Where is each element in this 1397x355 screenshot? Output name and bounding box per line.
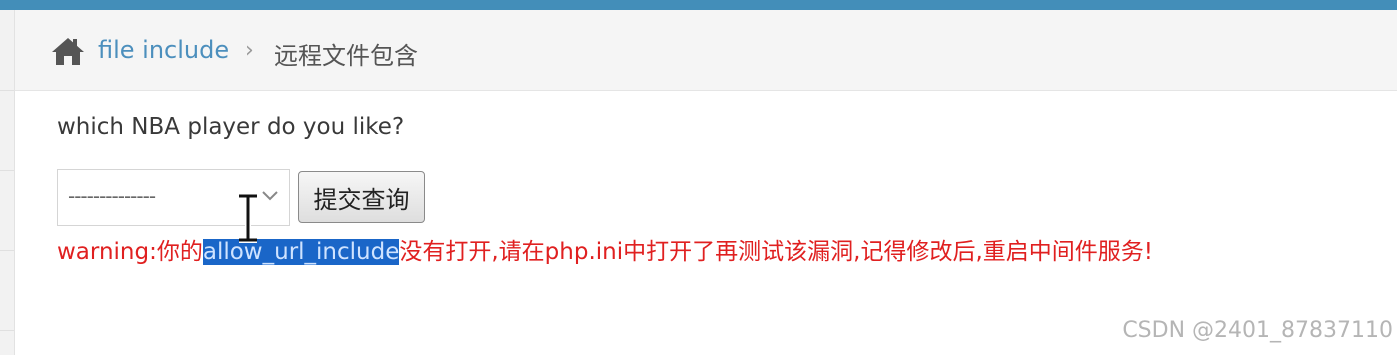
text-cursor-icon: [239, 193, 257, 243]
sidebar-collapsed: [0, 10, 15, 355]
warning-message: warning:你的allow_url_include没有打开,请在php.in…: [57, 232, 1153, 266]
breadcrumb-link-file-include[interactable]: file include: [98, 36, 229, 64]
warning-prefix: warning:你的: [57, 239, 203, 265]
breadcrumb-separator: ›: [245, 38, 254, 63]
breadcrumb: file include › 远程文件包含: [15, 10, 1397, 91]
breadcrumb-current-page: 远程文件包含: [274, 42, 418, 70]
player-select-value: --------------: [68, 184, 156, 208]
warning-highlighted-text[interactable]: allow_url_include: [202, 239, 400, 265]
rail-divider: [0, 170, 14, 171]
top-navbar: [0, 0, 1397, 10]
rail-divider: [0, 330, 14, 331]
submit-query-button[interactable]: 提交查询: [298, 171, 425, 223]
rail-divider: [0, 250, 14, 251]
watermark: CSDN @2401_87837110: [1122, 318, 1393, 343]
rail-divider: [0, 90, 14, 91]
home-icon[interactable]: [51, 36, 85, 66]
question-label: which NBA player do you like?: [57, 114, 405, 140]
chevron-down-icon: [262, 191, 278, 201]
warning-suffix: 没有打开,请在php.ini中打开了再测试该漏洞,记得修改后,重启中间件服务!: [399, 239, 1153, 265]
